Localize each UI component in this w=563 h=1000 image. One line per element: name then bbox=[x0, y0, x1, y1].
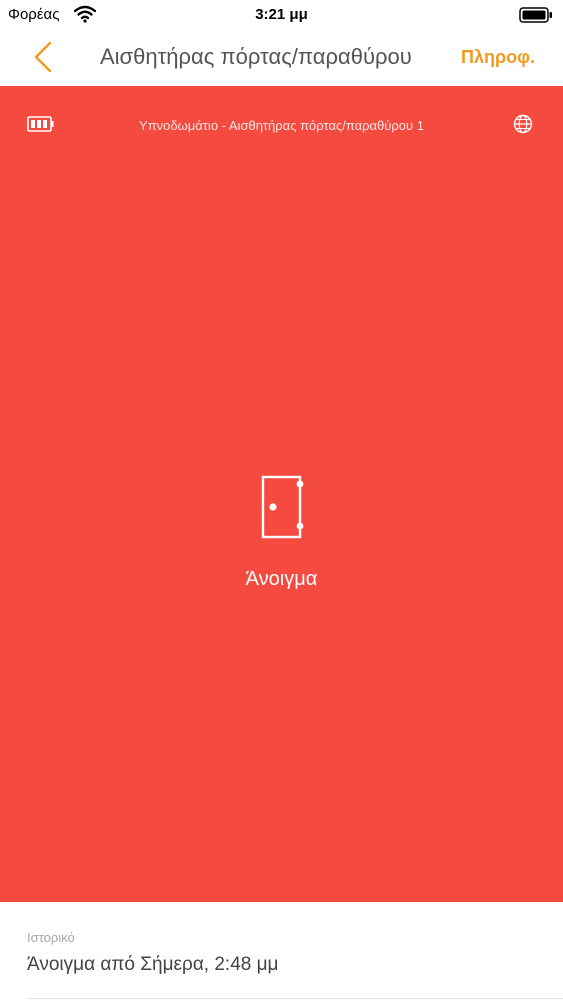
device-location-name: Υπνοδωμάτιο - Αισθητήρας πόρτας/παραθύρο… bbox=[139, 118, 424, 133]
status-bar: Φορέας 3:21 μμ bbox=[0, 0, 563, 30]
history-heading: Ιστορικό bbox=[27, 930, 75, 945]
battery-icon bbox=[519, 7, 552, 23]
info-button[interactable]: Πληροφ. bbox=[461, 47, 535, 68]
history-section[interactable]: Ιστορικό Άνοιγμα από Σήμερα, 2:48 μμ bbox=[0, 902, 563, 1000]
history-entry: Άνοιγμα από Σήμερα, 2:48 μμ bbox=[27, 954, 279, 975]
globe-icon[interactable] bbox=[513, 114, 533, 134]
divider bbox=[27, 998, 563, 999]
back-chevron-icon[interactable] bbox=[30, 40, 56, 74]
page-title: Αισθητήρας πόρτας/παραθύρου bbox=[100, 44, 412, 69]
navigation-bar: Αισθητήρας πόρτας/παραθύρου Πληροφ. bbox=[0, 30, 563, 86]
device-state-label: Άνοιγμα bbox=[245, 568, 318, 590]
door-open-icon bbox=[261, 475, 304, 539]
device-status-panel: Υπνοδωμάτιο - Αισθητήρας πόρτας/παραθύρο… bbox=[0, 86, 563, 902]
clock: 3:21 μμ bbox=[255, 6, 308, 23]
